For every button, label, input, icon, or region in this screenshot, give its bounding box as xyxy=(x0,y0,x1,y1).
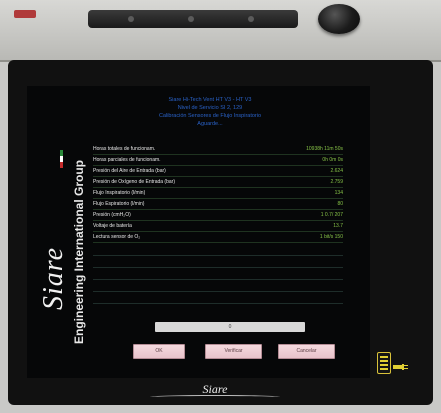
input-value: 0 xyxy=(228,324,232,330)
divider xyxy=(93,303,343,304)
param-row: Lectura sensor de O₂ 1 bit/s 150 xyxy=(93,233,343,243)
param-row: Horas parciales de funcionam. 0h 0m 0s xyxy=(93,156,343,166)
service-header: Siare Hi-Tech Vent HT V3 - HT V3 Nivel d… xyxy=(130,96,290,128)
device-top-housing xyxy=(0,0,441,62)
value-input[interactable]: 0 xyxy=(155,322,305,332)
header-line: Calibración Sensores de Flujo Inspirator… xyxy=(158,113,262,119)
param-row: Flujo Espiratorio (l/min) 80 xyxy=(93,200,343,210)
param-value: 1 bit/s 150 xyxy=(319,234,343,240)
verify-button-label: Verificar xyxy=(224,348,243,354)
param-row: Presión (cmH₂O) 1 0.7/ 207 xyxy=(93,211,343,221)
param-label: Horas parciales de funcionam. xyxy=(93,157,161,163)
param-row: Presión del Aire de Entrada (bar) 2.624 xyxy=(93,167,343,177)
param-value: 80 xyxy=(337,201,343,207)
header-line: Siare Hi-Tech Vent HT V3 - HT V3 xyxy=(168,97,252,103)
indicator-led xyxy=(188,16,194,22)
divider xyxy=(93,267,343,268)
param-value: 134 xyxy=(334,190,343,196)
param-row: Horas totales de funcionam. 10938h 11m 5… xyxy=(93,145,343,155)
param-value: 2.624 xyxy=(330,168,343,174)
param-label: Flujo Inspiratorio (l/min) xyxy=(93,190,146,196)
param-label: Presión del Aire de Entrada (bar) xyxy=(93,168,166,174)
top-control-panel xyxy=(88,10,298,28)
header-line: Aguarde... xyxy=(197,121,223,127)
battery-icon xyxy=(377,352,391,374)
param-row: Presión de Oxígeno de Entrada (bar) 2.75… xyxy=(93,178,343,188)
brand-subtitle: Engineering International Group xyxy=(72,160,86,344)
ok-button[interactable]: OK xyxy=(133,344,185,359)
header-line: Nivel de Servicio SI 2, 129 xyxy=(177,105,243,111)
rotary-encoder-knob[interactable] xyxy=(318,4,360,34)
param-value: 13.7 xyxy=(333,223,343,229)
brand-subtitle-text: Engineering International Group xyxy=(72,159,86,344)
cancel-button-label: Cancelar xyxy=(296,348,317,354)
brand-name: Siare xyxy=(38,246,69,310)
param-row: Voltaje de batería 13.7 xyxy=(93,222,343,232)
param-value: 1 0.7/ 207 xyxy=(320,212,343,218)
indicator-led xyxy=(128,16,134,22)
power-plug-icon xyxy=(393,364,408,370)
param-row: Flujo Inspiratorio (l/min) 134 xyxy=(93,189,343,199)
divider xyxy=(93,279,343,280)
cancel-button[interactable]: Cancelar xyxy=(278,344,335,359)
bottom-brand-text: Siare xyxy=(202,382,228,396)
device-side-indicator xyxy=(14,10,36,18)
brand-logo: Siare xyxy=(38,247,70,310)
param-value: 0h 0m 0s xyxy=(322,157,343,163)
verify-button[interactable]: Verificar xyxy=(205,344,262,359)
param-label: Presión (cmH₂O) xyxy=(93,212,131,218)
param-value: 10938h 11m 50s xyxy=(306,146,343,152)
indicator-led xyxy=(248,16,254,22)
divider xyxy=(93,291,343,292)
param-value: 2.759 xyxy=(330,179,343,185)
ok-button-label: OK xyxy=(155,348,163,354)
logo-swoosh xyxy=(150,395,280,399)
param-label: Lectura sensor de O₂ xyxy=(93,234,141,240)
flag-icon xyxy=(60,150,63,168)
param-label: Horas totales de funcionam. xyxy=(93,146,156,152)
param-label: Voltaje de batería xyxy=(93,223,132,229)
param-label: Flujo Espiratorio (l/min) xyxy=(93,201,145,207)
param-label: Presión de Oxígeno de Entrada (bar) xyxy=(93,179,175,185)
divider xyxy=(93,255,343,256)
